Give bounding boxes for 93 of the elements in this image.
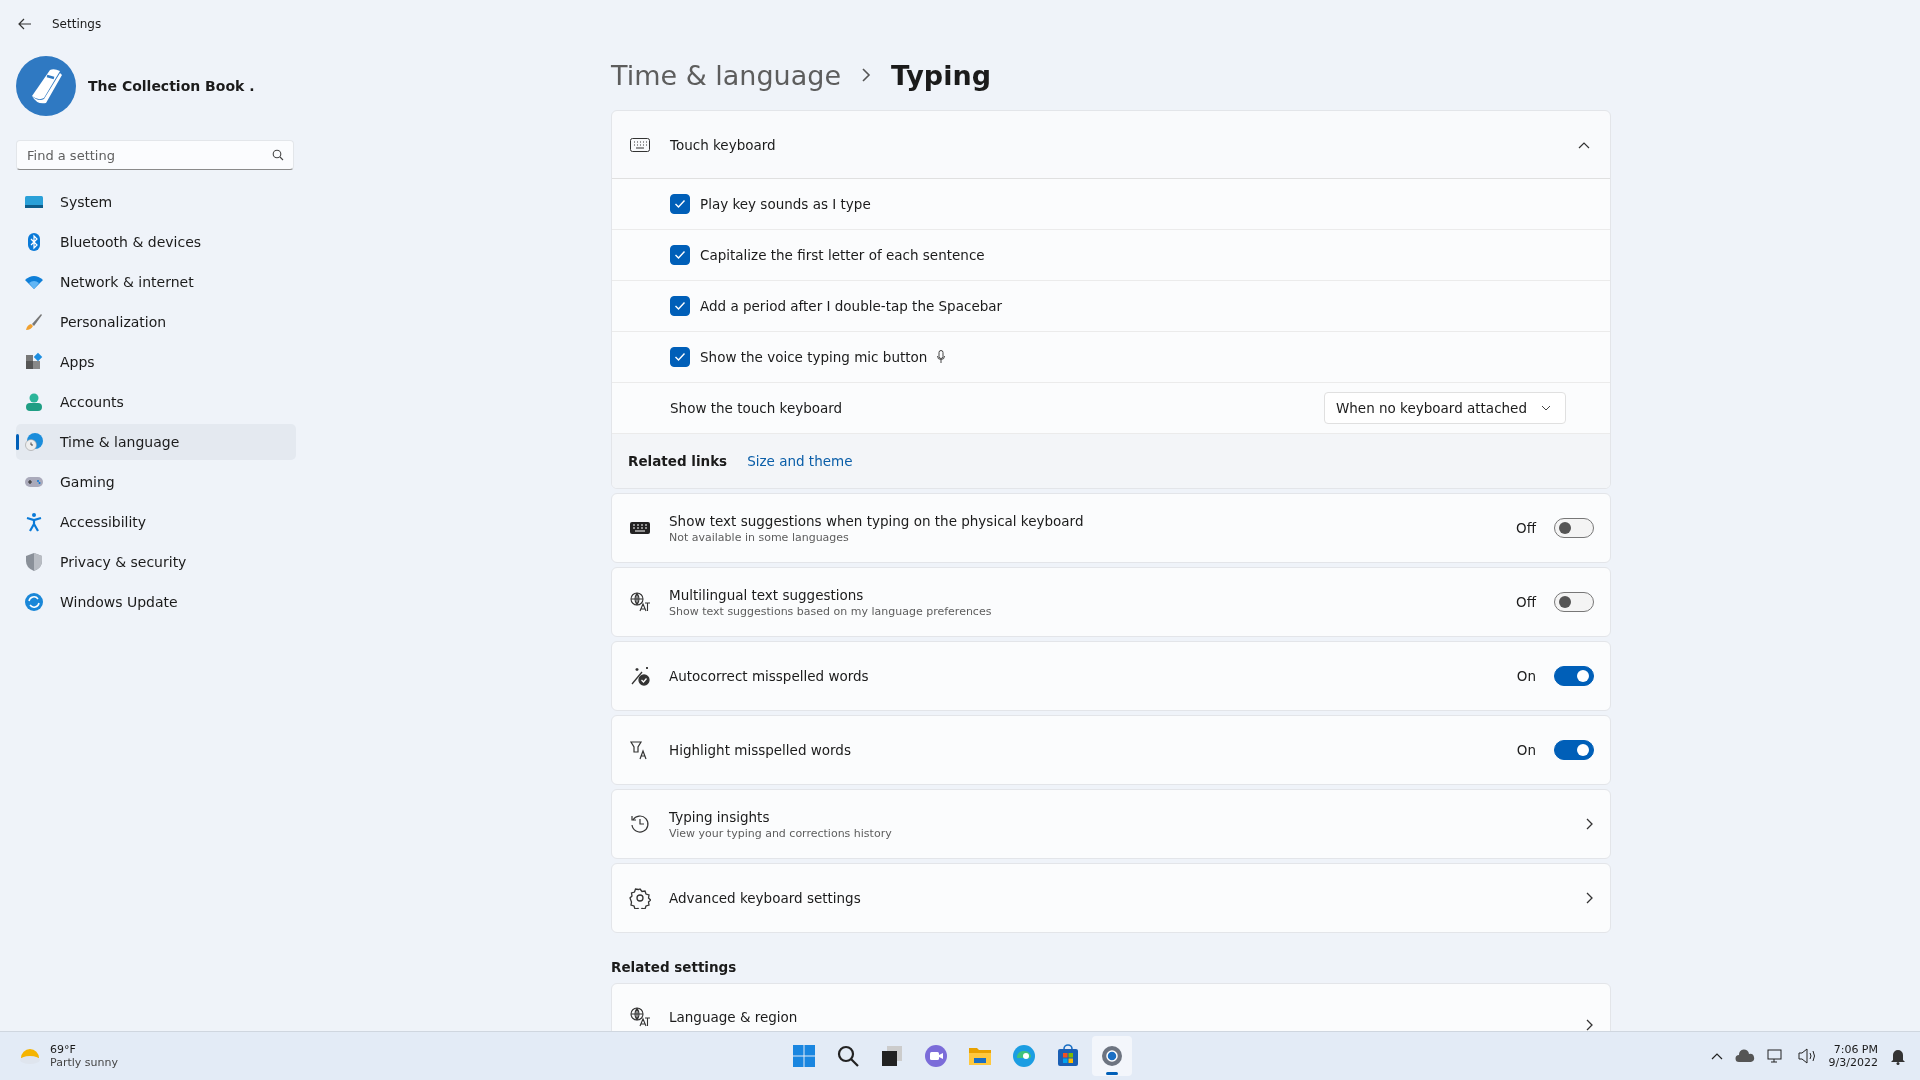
checkmark-icon — [674, 199, 686, 209]
sidebar-item[interactable]: Network & internet — [16, 264, 296, 300]
dropdown[interactable]: When no keyboard attached — [1323, 392, 1566, 424]
checkmark-icon — [674, 352, 686, 362]
gear-icon — [629, 887, 651, 909]
setting-card[interactable]: Language & region — [611, 983, 1611, 1032]
checkbox[interactable] — [670, 245, 690, 265]
setting-title: Typing insights — [669, 808, 771, 825]
setting-card[interactable]: Autocorrect misspelled words On — [611, 641, 1611, 711]
setting-title: Advanced keyboard settings — [669, 890, 862, 906]
shield-icon — [24, 552, 44, 572]
setting-description: Show text suggestions based on my language preferences — [669, 604, 993, 618]
checkbox[interactable] — [670, 296, 690, 316]
accessibility-icon — [24, 512, 44, 532]
sidebar-item[interactable]: Bluetooth & devices — [16, 224, 296, 260]
panel-title: Touch keyboard — [670, 136, 777, 153]
globe-clock-icon — [24, 432, 44, 452]
setting-card[interactable]: Highlight misspelled words On — [611, 715, 1611, 785]
sidebar-item[interactable]: Windows Update — [16, 584, 296, 620]
checkbox[interactable] — [670, 194, 690, 214]
sidebar-item[interactable]: Gaming — [16, 464, 296, 500]
toggle-state: Off — [1516, 594, 1536, 610]
chevron-icon[interactable] — [1578, 140, 1590, 149]
chevron-right-icon — [861, 68, 871, 82]
sidebar-item[interactable]: Privacy & security — [16, 544, 296, 580]
weather-widget[interactable]: 69°F Partly sunny — [18, 1043, 218, 1069]
setting-card[interactable]: Advanced keyboard settings — [611, 863, 1611, 933]
sidebar-item[interactable]: Accessibility — [16, 504, 296, 540]
sidebar-item[interactable]: Accounts — [16, 384, 296, 420]
setting-card[interactable]: Multilingual text suggestions Show text suggestions based on my language preferences Off — [611, 567, 1611, 637]
weather-condition: Partly sunny — [50, 1056, 118, 1069]
bell-icon[interactable] — [1890, 1047, 1906, 1065]
setting-card[interactable]: Show text suggestions when typing on the physical keyboard Not available in some languages Off — [611, 493, 1611, 563]
checkbox-label: Play key sounds as I type — [700, 196, 871, 212]
chat-icon — [923, 1043, 949, 1070]
setting-label: Show the touch keyboard — [670, 400, 844, 416]
setting-title: Highlight misspelled words — [669, 742, 852, 758]
language-icon — [629, 1006, 651, 1028]
network-icon[interactable] — [1766, 1048, 1785, 1064]
browser-icon — [1011, 1043, 1037, 1070]
toggle-state: On — [1516, 742, 1536, 758]
apps-icon — [24, 352, 44, 372]
checkmark-icon — [674, 250, 686, 260]
sidebar-item[interactable]: System — [16, 184, 296, 220]
keyboard-icon — [630, 137, 650, 152]
breadcrumb-parent[interactable]: Time & language — [611, 59, 841, 91]
search-field[interactable]: Find a setting — [16, 140, 294, 170]
setting-title: Language & region — [669, 1009, 799, 1025]
window-title: Settings — [52, 17, 102, 31]
temperature: 69°F — [50, 1043, 77, 1056]
toggle-state: Off — [1516, 520, 1536, 536]
back-icon[interactable] — [18, 17, 32, 31]
checkmark-icon — [674, 301, 686, 311]
toggle-state: On — [1516, 668, 1536, 684]
setting-description: View your typing and corrections history — [669, 826, 893, 840]
sidebar-item[interactable]: Personalization — [16, 304, 296, 340]
language-icon — [629, 591, 651, 613]
related-links-label: Related links — [628, 453, 728, 469]
size-and-theme-link[interactable]: Size and theme — [747, 453, 853, 469]
search-icon — [272, 149, 284, 161]
history-icon — [629, 813, 651, 835]
page-title: Typing — [891, 59, 991, 91]
checkbox[interactable] — [670, 347, 690, 367]
toggle-switch[interactable] — [1554, 666, 1594, 686]
checkbox-label: Show the voice typing mic button — [700, 349, 928, 365]
setting-title: Autocorrect misspelled words — [669, 668, 870, 684]
sidebar-item[interactable]: Time & language — [16, 424, 296, 460]
chevron-down-icon — [1541, 405, 1551, 411]
cloud-icon[interactable] — [1734, 1049, 1755, 1063]
toggle-switch[interactable] — [1554, 518, 1594, 538]
update-icon — [24, 592, 44, 612]
chevron-up-icon[interactable] — [1710, 1052, 1723, 1060]
chevron-right-icon — [1586, 1019, 1594, 1031]
setting-title: Show text suggestions when typing on the physical keyboard — [669, 512, 1085, 529]
account-name: The Collection Book . — [88, 78, 255, 94]
setting-title: Multilingual text suggestions — [669, 586, 865, 603]
section-heading: Related settings — [611, 959, 738, 975]
person-icon — [24, 392, 44, 412]
toggle-switch[interactable] — [1554, 592, 1594, 612]
checkbox-label: Add a period after I double-tap the Spacebar — [700, 298, 1003, 314]
brush-icon — [24, 312, 44, 332]
autocorrect-icon — [629, 665, 651, 687]
sidebar-item[interactable]: Apps — [16, 344, 296, 380]
checkbox-label: Capitalize the first letter of each sentence — [700, 247, 985, 263]
sun-cloud-icon — [18, 1046, 42, 1066]
volume-icon[interactable] — [1796, 1048, 1817, 1064]
setting-card[interactable]: Typing insights View your typing and corrections history — [611, 789, 1611, 859]
chevron-right-icon — [1586, 818, 1594, 830]
toggle-switch[interactable] — [1554, 740, 1594, 760]
clock[interactable]: 7:06 PM 9/3/2022 — [1828, 1043, 1878, 1069]
setting-description: Not available in some languages — [669, 530, 850, 544]
chevron-right-icon — [1586, 892, 1594, 904]
windows-icon — [791, 1043, 817, 1070]
